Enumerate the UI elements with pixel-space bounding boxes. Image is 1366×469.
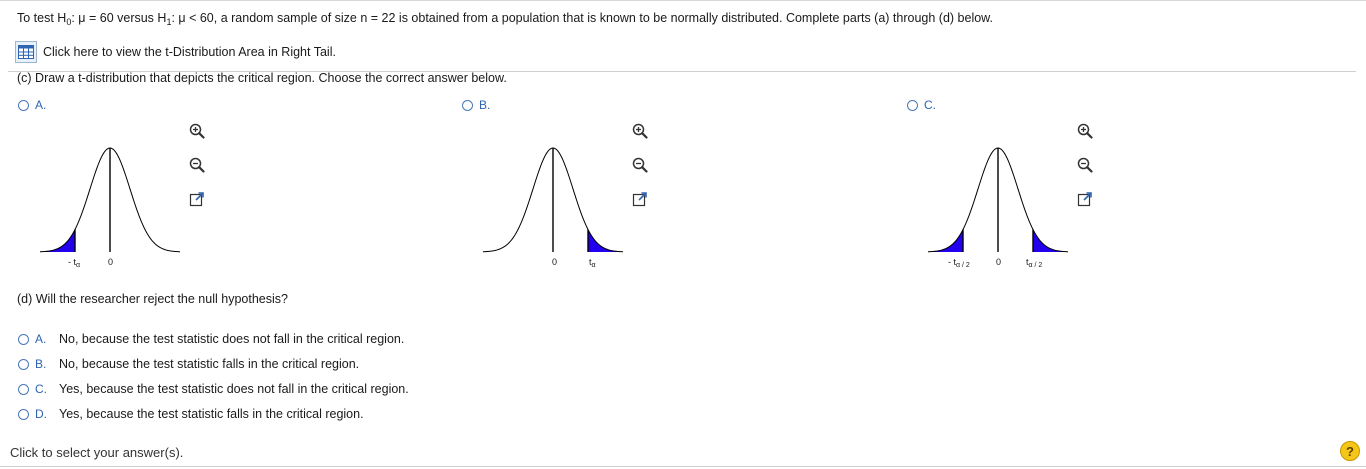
radio-button[interactable]	[907, 99, 918, 111]
part-d-option-a[interactable]: A. No, because the test statistic does n…	[18, 332, 404, 346]
graph-option-c	[923, 130, 1073, 260]
radio-button[interactable]	[462, 99, 473, 111]
question-text: To test H0: μ = 60 versus H1: μ < 60, a …	[17, 11, 993, 27]
tick-label-t-alpha: tα	[589, 257, 596, 269]
zoom-out-icon[interactable]	[187, 155, 207, 175]
help-icon[interactable]: ?	[1340, 441, 1360, 461]
radio-button[interactable]	[18, 333, 29, 345]
option-letter: C.	[924, 98, 936, 112]
option-letter: B.	[479, 98, 491, 112]
t-table-link[interactable]: Click here to view the t-Distribution Ar…	[15, 41, 336, 63]
top-rule	[0, 0, 1366, 1]
popout-icon[interactable]	[1075, 189, 1095, 209]
footer-rule	[0, 466, 1366, 467]
popout-icon[interactable]	[630, 189, 650, 209]
zoom-in-icon[interactable]	[187, 121, 207, 141]
footer-instruction: Click to select your answer(s).	[10, 445, 184, 460]
popout-icon[interactable]	[187, 189, 207, 209]
part-d-option-c[interactable]: C. Yes, because the test statistic does …	[18, 382, 409, 396]
t-table-link-label[interactable]: Click here to view the t-Distribution Ar…	[43, 45, 336, 59]
option-text: No, because the test statistic falls in …	[59, 357, 360, 371]
radio-button[interactable]	[18, 383, 29, 395]
zoom-out-icon[interactable]	[1075, 155, 1095, 175]
table-icon[interactable]	[15, 41, 37, 63]
option-letter: D.	[35, 407, 47, 421]
tick-label-t-alpha-half: tα / 2	[1026, 257, 1043, 269]
radio-button[interactable]	[18, 408, 29, 420]
option-text: No, because the test statistic does not …	[59, 332, 405, 346]
tick-label-neg-t-alpha: - tα	[68, 257, 81, 269]
tick-label-zero: 0	[108, 257, 114, 267]
part-c-option-b[interactable]: B.	[462, 98, 490, 112]
option-text: Yes, because the test statistic does not…	[59, 382, 409, 396]
zoom-in-icon[interactable]	[630, 121, 650, 141]
zoom-in-icon[interactable]	[1075, 121, 1095, 141]
graph-option-a	[35, 130, 185, 260]
tick-label-zero: 0	[996, 257, 1002, 267]
option-letter: A.	[35, 98, 47, 112]
part-c-option-c[interactable]: C.	[907, 98, 936, 112]
option-letter: C.	[35, 382, 47, 396]
tick-label-zero: 0	[552, 257, 558, 267]
option-text: Yes, because the test statistic falls in…	[59, 407, 364, 421]
part-c-option-a[interactable]: A.	[18, 98, 46, 112]
option-letter: B.	[35, 357, 47, 371]
zoom-out-icon[interactable]	[630, 155, 650, 175]
part-d-prompt: (d) Will the researcher reject the null …	[17, 292, 288, 306]
radio-button[interactable]	[18, 99, 29, 111]
part-c-prompt: (c) Draw a t-distribution that depicts t…	[17, 71, 507, 85]
tick-label-neg-t-alpha-half: - tα / 2	[948, 257, 970, 269]
part-d-option-d[interactable]: D. Yes, because the test statistic falls…	[18, 407, 364, 421]
option-letter: A.	[35, 332, 47, 346]
radio-button[interactable]	[18, 358, 29, 370]
graph-option-b	[478, 130, 628, 260]
part-d-option-b[interactable]: B. No, because the test statistic falls …	[18, 357, 359, 371]
